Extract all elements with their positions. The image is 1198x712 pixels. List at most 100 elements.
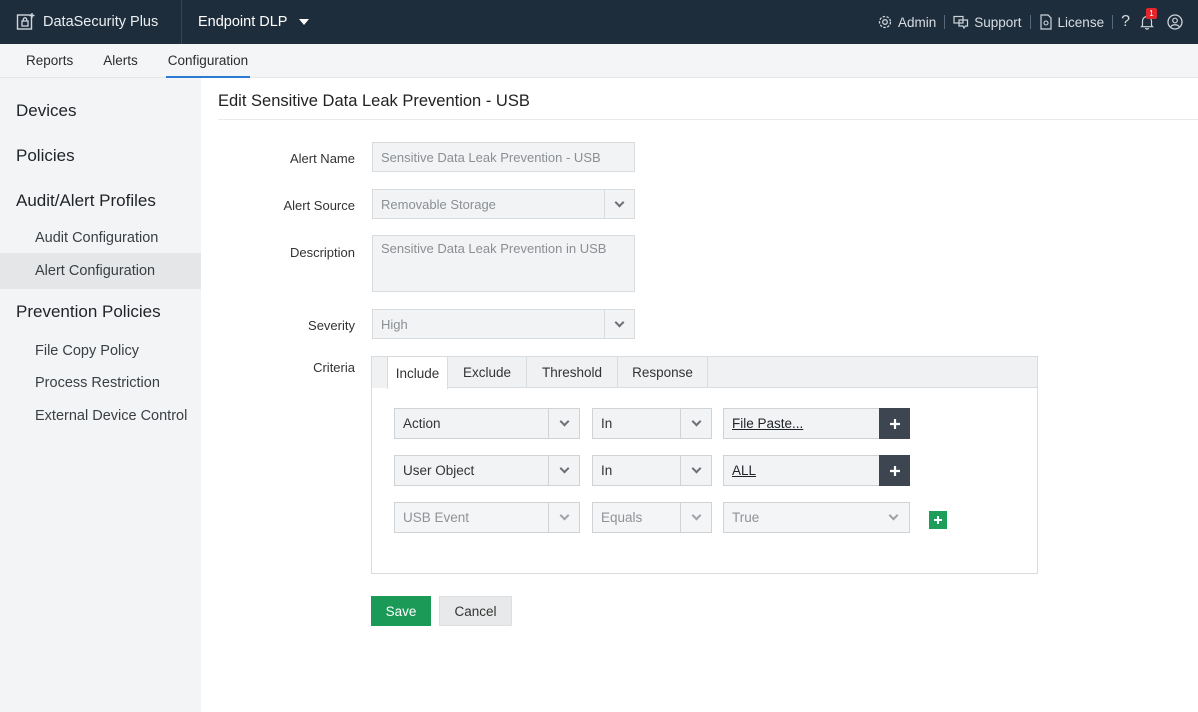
alert-source-label: Alert Source — [283, 198, 355, 213]
license-link[interactable]: License — [1039, 14, 1105, 30]
criteria-field-select[interactable]: User Object — [394, 455, 580, 486]
sidebar-item-alert-configuration[interactable]: Alert Configuration — [0, 253, 201, 289]
add-value-button[interactable] — [879, 455, 910, 486]
criteria-value-field[interactable]: File Paste... — [723, 408, 880, 439]
sidebar-policies[interactable]: Policies — [0, 146, 75, 166]
brand-name: DataSecurity Plus — [43, 14, 159, 30]
criteria-operator-value: In — [601, 463, 613, 478]
datasecurity-logo-icon — [16, 13, 35, 30]
chevron-down-icon — [614, 197, 625, 207]
description-textarea[interactable] — [372, 235, 635, 292]
sidebar-prevention-policies[interactable]: Prevention Policies — [0, 302, 161, 322]
criteria-label: Criteria — [313, 360, 355, 375]
sidebar-item-audit-configuration[interactable]: Audit Configuration — [0, 220, 201, 256]
chevron-down-icon — [888, 510, 899, 521]
top-bar: DataSecurity Plus Endpoint DLP Admin Sup… — [0, 0, 1198, 44]
chevron-down-icon — [691, 416, 701, 427]
severity-select[interactable]: High — [372, 309, 635, 339]
description-label: Description — [289, 245, 355, 260]
tab-spacer — [372, 357, 387, 388]
title-divider — [218, 119, 1198, 120]
dropdown-toggle[interactable] — [878, 503, 909, 532]
alert-source-value: Removable Storage — [381, 196, 496, 212]
criteria-value-link[interactable]: ALL — [732, 463, 756, 478]
support-chat-icon — [953, 15, 969, 29]
tab-response[interactable]: Response — [618, 357, 708, 388]
criteria-field-select[interactable]: USB Event — [394, 502, 580, 533]
criteria-operator-select[interactable]: In — [592, 408, 712, 439]
save-button[interactable]: Save — [371, 596, 431, 626]
criteria-operator-select[interactable]: Equals — [592, 502, 712, 533]
help-icon[interactable]: ? — [1121, 13, 1130, 31]
chevron-down-icon — [559, 463, 569, 474]
chevron-down-icon — [614, 317, 625, 327]
criteria-value-text: True — [732, 510, 760, 525]
alert-source-select[interactable]: Removable Storage — [372, 189, 635, 219]
tab-include[interactable]: Include — [387, 357, 448, 389]
brand[interactable]: DataSecurity Plus — [0, 0, 182, 44]
criteria-value-select[interactable]: True — [723, 502, 910, 533]
sidebar-item-process-restriction[interactable]: Process Restriction — [0, 365, 201, 401]
alert-name-input[interactable]: Sensitive Data Leak Prevention - USB — [372, 142, 635, 172]
dropdown-toggle[interactable] — [604, 310, 634, 338]
sidebar-item-file-copy-policy[interactable]: File Copy Policy — [0, 333, 201, 369]
severity-label: Severity — [308, 318, 355, 333]
plus-icon — [934, 516, 942, 524]
criteria-field-select[interactable]: Action — [394, 408, 580, 439]
sidebar-devices[interactable]: Devices — [0, 101, 76, 121]
dropdown-toggle[interactable] — [680, 409, 711, 438]
criteria-value-field[interactable]: ALL — [723, 455, 880, 486]
page-title: Edit Sensitive Data Leak Prevention - US… — [218, 92, 530, 110]
chevron-down-icon — [559, 416, 569, 427]
criteria-operator-select[interactable]: In — [592, 455, 712, 486]
tab-configuration[interactable]: Configuration — [165, 44, 251, 78]
alert-name-label: Alert Name — [289, 151, 355, 166]
support-link[interactable]: Support — [953, 14, 1022, 30]
sidebar-item-external-device-control[interactable]: External Device Control — [0, 398, 201, 434]
alert-name-value: Sensitive Data Leak Prevention - USB — [381, 149, 601, 165]
plus-icon — [889, 465, 900, 476]
divider — [944, 15, 946, 29]
criteria-field-value: USB Event — [403, 510, 470, 525]
dropdown-toggle[interactable] — [548, 503, 579, 532]
tab-exclude[interactable]: Exclude — [448, 357, 527, 388]
criteria-tabs: Include Exclude Threshold Response — [372, 357, 1037, 389]
tab-threshold[interactable]: Threshold — [527, 357, 618, 388]
chevron-down-icon — [691, 463, 701, 474]
license-label: License — [1057, 14, 1105, 30]
dropdown-toggle[interactable] — [680, 503, 711, 532]
admin-gear-icon — [878, 15, 892, 29]
dropdown-toggle[interactable] — [604, 190, 634, 218]
notification-badge: 1 — [1146, 8, 1157, 19]
dropdown-toggle[interactable] — [548, 456, 579, 485]
criteria-field-value: Action — [403, 416, 441, 431]
criteria-operator-value: In — [601, 416, 613, 431]
product-name: Endpoint DLP — [198, 14, 288, 30]
user-avatar-icon[interactable] — [1167, 14, 1183, 30]
notifications[interactable]: 1 — [1140, 8, 1159, 30]
sidebar-audit-alert-profiles[interactable]: Audit/Alert Profiles — [0, 191, 156, 211]
divider — [1029, 15, 1031, 29]
dropdown-toggle[interactable] — [680, 456, 711, 485]
admin-link[interactable]: Admin — [877, 14, 936, 30]
add-criteria-button[interactable] — [929, 511, 947, 529]
criteria-field-value: User Object — [403, 463, 475, 478]
chevron-down-icon — [691, 510, 701, 521]
license-document-icon — [1039, 14, 1052, 30]
severity-value: High — [381, 316, 408, 332]
dropdown-toggle[interactable] — [548, 409, 579, 438]
tab-alerts[interactable]: Alerts — [103, 44, 138, 78]
criteria-operator-value: Equals — [601, 510, 643, 525]
criteria-value-link[interactable]: File Paste... — [732, 416, 803, 431]
cancel-button[interactable]: Cancel — [439, 596, 512, 626]
main-nav: Reports Alerts Configuration — [0, 44, 1198, 78]
admin-label: Admin — [897, 14, 937, 30]
divider — [1112, 15, 1114, 29]
support-label: Support — [974, 14, 1022, 30]
add-value-button[interactable] — [879, 408, 910, 439]
plus-icon — [889, 418, 900, 429]
tab-reports[interactable]: Reports — [26, 44, 73, 78]
caret-down-icon — [299, 19, 310, 25]
chevron-down-icon — [559, 510, 569, 521]
product-switcher[interactable]: Endpoint DLP — [182, 14, 310, 30]
